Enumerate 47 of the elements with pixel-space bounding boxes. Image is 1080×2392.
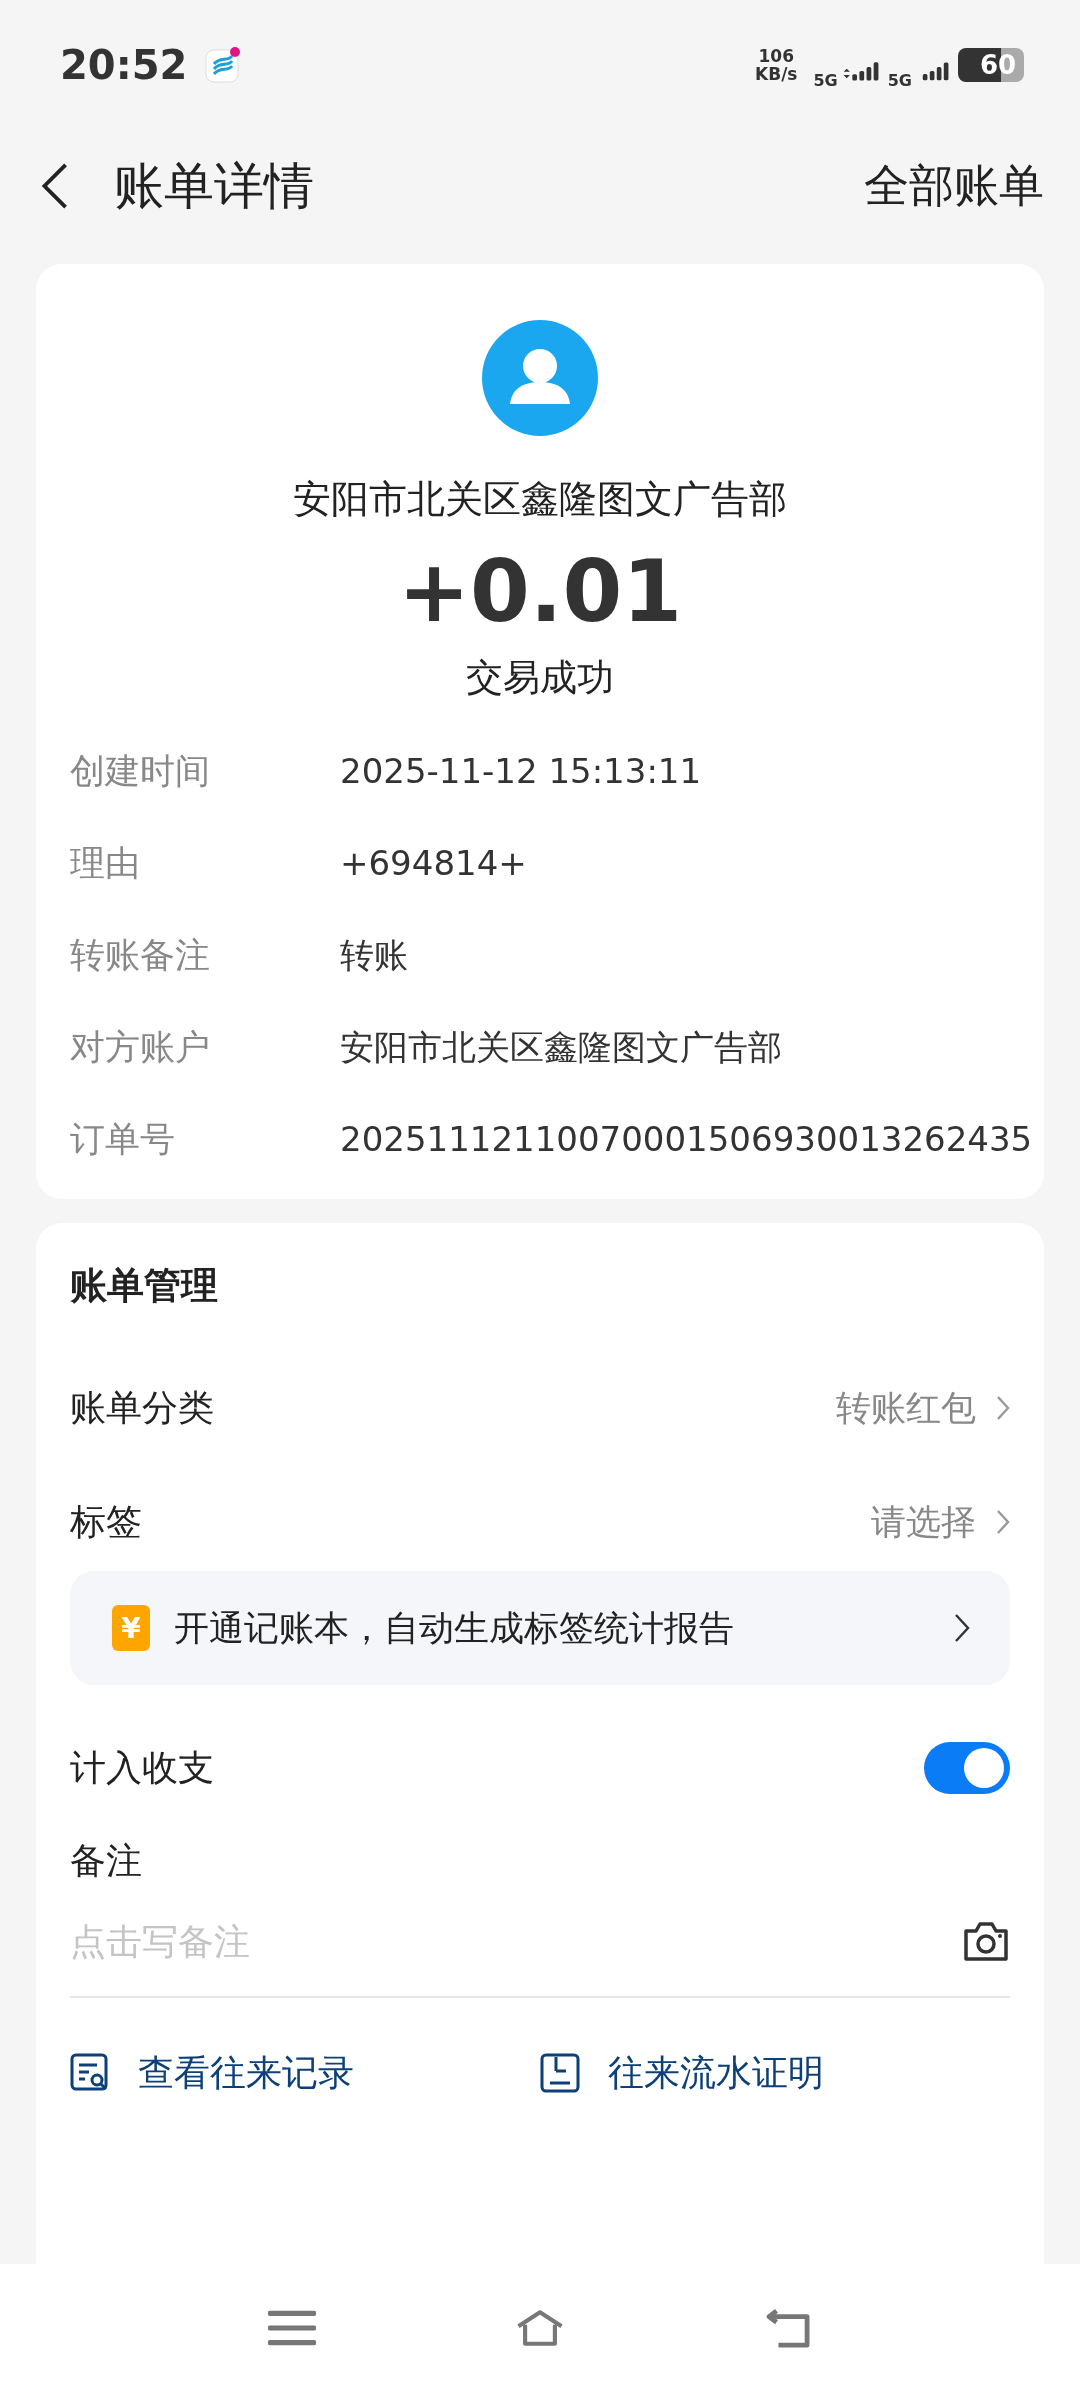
speed-value: 106 <box>758 47 794 65</box>
detail-label: 理由 <box>70 842 141 885</box>
detail-label: 转账备注 <box>70 934 211 977</box>
signal-icon <box>841 60 880 82</box>
row-label: 账单分类 <box>70 1385 214 1430</box>
network-label: 5G <box>813 70 838 90</box>
avatar-icon <box>482 320 598 436</box>
transaction-status: 交易成功 <box>466 655 614 701</box>
detail-label: 订单号 <box>70 1118 176 1161</box>
row-label: 计入收支 <box>70 1745 214 1790</box>
detail-value: 转账 <box>340 934 408 977</box>
payee-name: 安阳市北关区鑫隆图文广告部 <box>293 476 787 523</box>
promo-banner[interactable]: ¥ 开通记账本，自动生成标签统计报告 <box>70 1571 1010 1685</box>
clock: 20:52 <box>60 42 188 88</box>
carrier-icon <box>205 47 242 83</box>
list-search-icon <box>70 2053 110 2093</box>
note-label: 备注 <box>70 1839 143 1883</box>
speed-unit: KB/s <box>755 65 798 83</box>
home-icon[interactable] <box>516 2307 564 2349</box>
chevron-right-icon <box>996 1509 1010 1535</box>
page-title: 账单详情 <box>114 155 315 217</box>
row-value[interactable]: 转账红包 <box>836 1384 976 1432</box>
amount: +0.01 <box>397 541 683 641</box>
back-icon[interactable] <box>40 162 70 210</box>
network-label: 5G <box>887 70 912 90</box>
back-arrow-icon[interactable] <box>764 2307 812 2349</box>
row-label: 标签 <box>70 1499 142 1544</box>
all-bills-link[interactable]: 全部账单 <box>864 156 1044 216</box>
signal-icon <box>922 60 950 82</box>
camera-icon[interactable] <box>962 1919 1010 1963</box>
link-text[interactable]: 往来流水证明 <box>608 2048 824 2098</box>
document-icon <box>540 2053 580 2093</box>
section-title: 账单管理 <box>70 1263 219 1309</box>
link-text[interactable]: 查看往来记录 <box>138 2048 354 2098</box>
detail-value: 2025-11-12 15:13:11 <box>340 750 702 793</box>
ledger-icon: ¥ <box>112 1605 150 1651</box>
toggle-switch[interactable] <box>924 1742 1010 1794</box>
note-input[interactable]: 点击写备注 <box>70 1920 962 1962</box>
row-value[interactable]: 请选择 <box>871 1498 976 1546</box>
detail-label: 创建时间 <box>70 750 211 793</box>
detail-value: +694814+ <box>340 842 527 885</box>
detail-value: 20251112110070001506930013262435 <box>340 1118 1033 1161</box>
detail-label: 对方账户 <box>70 1026 211 1069</box>
chevron-right-icon <box>996 1395 1010 1421</box>
promo-text: 开通记账本，自动生成标签统计报告 <box>174 1606 735 1650</box>
detail-value: 安阳市北关区鑫隆图文广告部 <box>340 1026 782 1069</box>
chevron-right-icon <box>954 1613 970 1643</box>
